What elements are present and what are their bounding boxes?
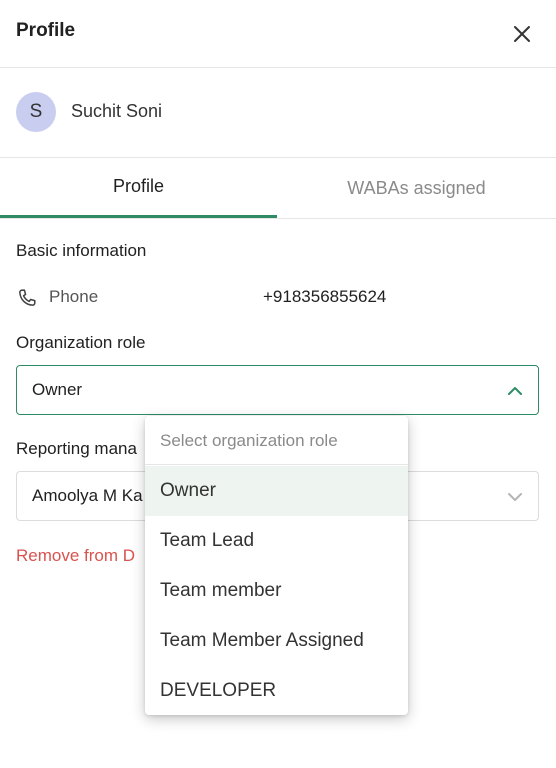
dropdown-placeholder: Select organization role (145, 416, 408, 465)
close-icon[interactable] (508, 20, 536, 48)
user-name: Suchit Soni (71, 101, 163, 121)
organization-role-dropdown: Select organization role Owner Team Lead… (145, 416, 408, 715)
user-summary: S Suchit Soni (0, 68, 556, 158)
remove-from-org-link[interactable]: Remove from D (16, 546, 135, 566)
tab-profile[interactable]: Profile (0, 158, 277, 218)
tab-wabas-assigned[interactable]: WABAs assigned (277, 158, 556, 218)
panel-title: Profile (16, 20, 76, 41)
profile-tabs: Profile WABAs assigned (0, 158, 556, 219)
option-team-member-assigned[interactable]: Team Member Assigned (145, 616, 408, 666)
option-owner[interactable]: Owner (145, 466, 408, 516)
organization-role-label: Organization role (16, 333, 146, 352)
option-team-member[interactable]: Team member (145, 566, 408, 616)
basic-information-heading: Basic information (16, 241, 147, 260)
organization-role-select[interactable]: Owner (16, 365, 539, 415)
avatar: S (16, 92, 56, 132)
organization-role-value: Owner (32, 380, 83, 399)
phone-value: +918356855624 (263, 287, 387, 306)
reporting-manager-label: Reporting mana (16, 439, 137, 458)
reporting-manager-value: Amoolya M Ka (32, 486, 143, 505)
option-developer[interactable]: DEVELOPER (145, 666, 408, 715)
chevron-down-icon[interactable] (506, 488, 524, 506)
phone-row: Phone +918356855624 (16, 284, 540, 310)
option-team-lead[interactable]: Team Lead (145, 516, 408, 566)
chevron-up-icon[interactable] (506, 382, 524, 400)
phone-label: Phone (49, 287, 99, 306)
profile-header: Profile (0, 0, 556, 68)
phone-icon (19, 289, 36, 306)
